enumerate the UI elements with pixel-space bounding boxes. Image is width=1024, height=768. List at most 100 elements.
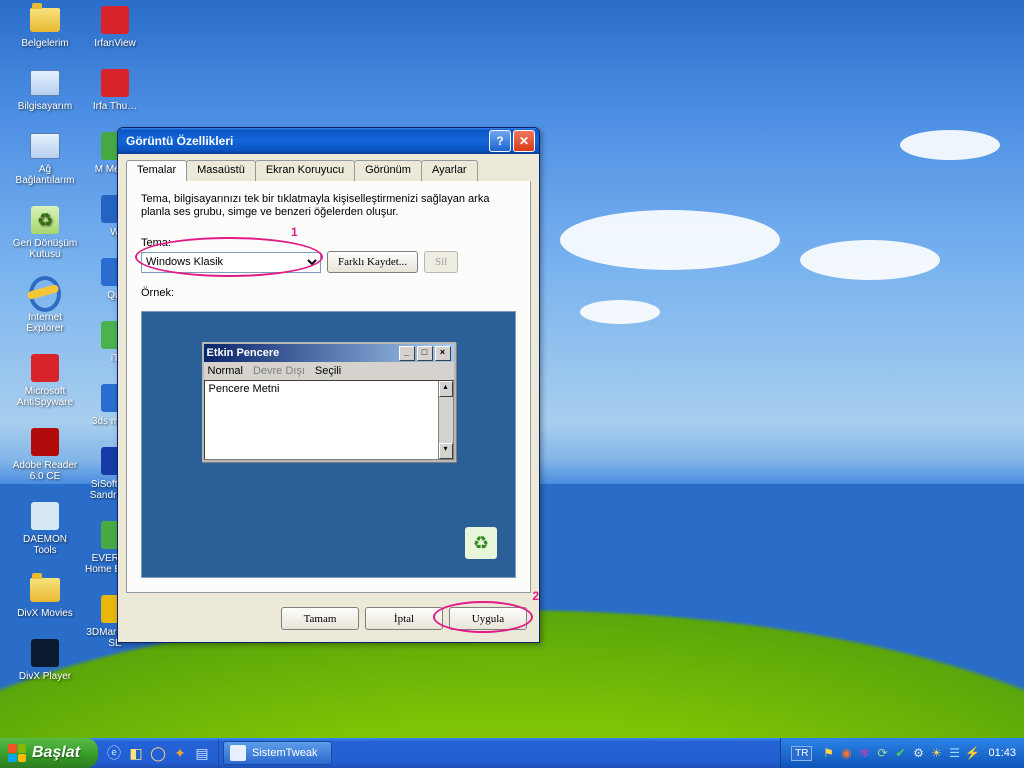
desktop-icon-label: Bilgisayarım <box>18 101 72 112</box>
cloud-decoration <box>900 130 1000 160</box>
desktop-icon-label: Internet Explorer <box>11 312 79 334</box>
desktop-icon-antispyware[interactable]: Microsoft AntiSpyware <box>10 352 80 408</box>
ag-icon <box>29 130 61 162</box>
adobe-icon <box>29 426 61 458</box>
dialog-title: Görüntü Özellikleri <box>126 134 487 148</box>
theme-preview: Etkin Pencere _ □ × Normal Devre Dışı Se… <box>141 311 516 578</box>
cloud-decoration <box>580 300 660 324</box>
tray-icon[interactable]: ✔ <box>892 745 908 761</box>
taskbar: Başlat ⓔ ◧ ◯ ✦ ▤ SistemTweak TR ⚑ ◉ ✻ ⟳ … <box>0 738 1024 768</box>
preview-window-title: Etkin Pencere <box>207 347 397 359</box>
windows-logo-icon <box>8 744 26 762</box>
preview-menu: Normal Devre Dışı Seçili <box>204 362 454 380</box>
clock[interactable]: 01:43 <box>988 747 1016 759</box>
tray-icon[interactable]: ⚡ <box>964 745 980 761</box>
desktop-icon-label: Microsoft AntiSpyware <box>11 386 79 408</box>
cloud-decoration <box>800 240 940 280</box>
tab-temalar[interactable]: Temalar <box>126 160 187 181</box>
preview-menu-disabled: Devre Dışı <box>253 365 305 377</box>
tab-panel-temalar: Tema, bilgisayarınızı tek bir tıklatmayl… <box>126 181 531 593</box>
theme-select[interactable]: Windows Klasik <box>141 252 321 273</box>
desktop-icon-label: IrfanView <box>94 38 136 49</box>
desktop-icon-daemon[interactable]: DAEMON Tools <box>10 500 80 556</box>
taskbar-item-sistemtweak[interactable]: SistemTweak <box>223 741 332 765</box>
desktop-icon-adobe[interactable]: Adobe Reader 6.0 CE <box>10 426 80 482</box>
scroll-up-icon: ▴ <box>439 381 453 397</box>
tab-ekran-koruyucu[interactable]: Ekran Koruyucu <box>255 160 355 181</box>
desktop-icon-label: DAEMON Tools <box>11 534 79 556</box>
tray-icon[interactable]: ⚙ <box>910 745 926 761</box>
desktop-icon-irfathumb[interactable]: Irfa Thu… <box>80 67 150 112</box>
preview-recycle-bin-icon: ♻ <box>465 527 497 559</box>
ok-button[interactable]: Tamam <box>281 607 359 630</box>
system-tray: TR ⚑ ◉ ✻ ⟳ ✔ ⚙ ☀ ☰ ⚡ 01:43 <box>780 738 1024 768</box>
quick-launch: ⓔ ◧ ◯ ✦ ▤ <box>98 738 219 768</box>
theme-description: Tema, bilgisayarınızı tek bir tıklatmayl… <box>141 193 516 219</box>
apply-button[interactable]: Uygula <box>449 607 527 630</box>
desktop-icon-label: Belgelerim <box>21 38 68 49</box>
tab-ayarlar[interactable]: Ayarlar <box>421 160 478 181</box>
tab-strip: TemalarMasaüstüEkran KoruyucuGörünümAyar… <box>126 160 531 181</box>
scroll-down-icon: ▾ <box>439 443 453 459</box>
desktop-icon-irfan[interactable]: IrfanView <box>80 4 150 49</box>
start-label: Başlat <box>32 744 80 762</box>
tray-icon[interactable]: ☀ <box>928 745 944 761</box>
ie-icon <box>29 278 61 310</box>
ql-app-icon[interactable]: ✦ <box>170 743 190 763</box>
taskbar-item-icon <box>230 745 246 761</box>
desktop-icon-label: DivX Player <box>19 671 71 682</box>
tray-icon[interactable]: ⚑ <box>820 745 836 761</box>
desktop-icon-divxmovies[interactable]: DivX Movies <box>10 574 80 619</box>
tab-görünüm[interactable]: Görünüm <box>354 160 422 181</box>
desktop-icon-label: DivX Movies <box>17 608 73 619</box>
divxmovies-icon <box>29 574 61 606</box>
bilgisayarim-icon <box>29 67 61 99</box>
tab-masaüstü[interactable]: Masaüstü <box>186 160 256 181</box>
preview-window-titlebar: Etkin Pencere _ □ × <box>204 344 454 362</box>
belgelerim-icon <box>29 4 61 36</box>
tray-icon[interactable]: ☰ <box>946 745 962 761</box>
ql-desktop-icon[interactable]: ◧ <box>126 743 146 763</box>
taskbar-item-label: SistemTweak <box>252 747 317 759</box>
desktop[interactable]: BelgelerimBilgisayarımAğ Bağlantılarım♻G… <box>0 0 1024 768</box>
tray-icon[interactable]: ✻ <box>856 745 872 761</box>
desktop-icon-label: Geri Dönüşüm Kutusu <box>11 238 79 260</box>
start-button[interactable]: Başlat <box>0 738 98 768</box>
ql-ie-icon[interactable]: ⓔ <box>104 743 124 763</box>
desktop-icon-label: Irfa Thu… <box>93 101 137 112</box>
desktop-icon-label: Ağ Bağlantılarım <box>11 164 79 186</box>
display-properties-dialog: Görüntü Özellikleri ? ✕ TemalarMasaüstüE… <box>117 127 540 643</box>
desktop-icon-ie[interactable]: Internet Explorer <box>10 278 80 334</box>
theme-label: Tema: <box>141 237 516 249</box>
help-button[interactable]: ? <box>489 130 511 152</box>
preview-minimize-icon: _ <box>399 346 415 361</box>
annotation-label-2: 2 <box>532 589 539 603</box>
preview-close-icon: × <box>435 346 451 361</box>
divx-icon <box>29 637 61 669</box>
desktop-icon-bilgisayarim[interactable]: Bilgisayarım <box>10 67 80 112</box>
irfathumb-icon <box>99 67 131 99</box>
desktop-icon-geri[interactable]: ♻Geri Dönüşüm Kutusu <box>10 204 80 260</box>
preview-body: Pencere Metni ▴ ▾ <box>204 380 454 460</box>
ql-divx-icon[interactable]: ▤ <box>192 743 212 763</box>
preview-menu-selected: Seçili <box>315 365 341 377</box>
delete-button: Sil <box>424 251 458 273</box>
ql-wmp-icon[interactable]: ◯ <box>148 743 168 763</box>
antispyware-icon <box>29 352 61 384</box>
save-as-button[interactable]: Farklı Kaydet... <box>327 251 418 273</box>
tray-icon[interactable]: ⟳ <box>874 745 890 761</box>
dialog-titlebar[interactable]: Görüntü Özellikleri ? ✕ <box>118 128 539 154</box>
cancel-button[interactable]: İptal <box>365 607 443 630</box>
desktop-icon-belgelerim[interactable]: Belgelerim <box>10 4 80 49</box>
tray-icon[interactable]: ◉ <box>838 745 854 761</box>
close-button[interactable]: ✕ <box>513 130 535 152</box>
dialog-button-row: Tamam İptal Uygula 2 <box>118 601 539 642</box>
preview-maximize-icon: □ <box>417 346 433 361</box>
preview-menu-normal: Normal <box>208 365 243 377</box>
language-indicator[interactable]: TR <box>791 746 812 761</box>
desktop-icon-ag[interactable]: Ağ Bağlantılarım <box>10 130 80 186</box>
example-label: Örnek: <box>141 287 516 299</box>
geri-icon: ♻ <box>29 204 61 236</box>
preview-scrollbar: ▴ ▾ <box>438 381 453 459</box>
desktop-icon-divx[interactable]: DivX Player <box>10 637 80 682</box>
